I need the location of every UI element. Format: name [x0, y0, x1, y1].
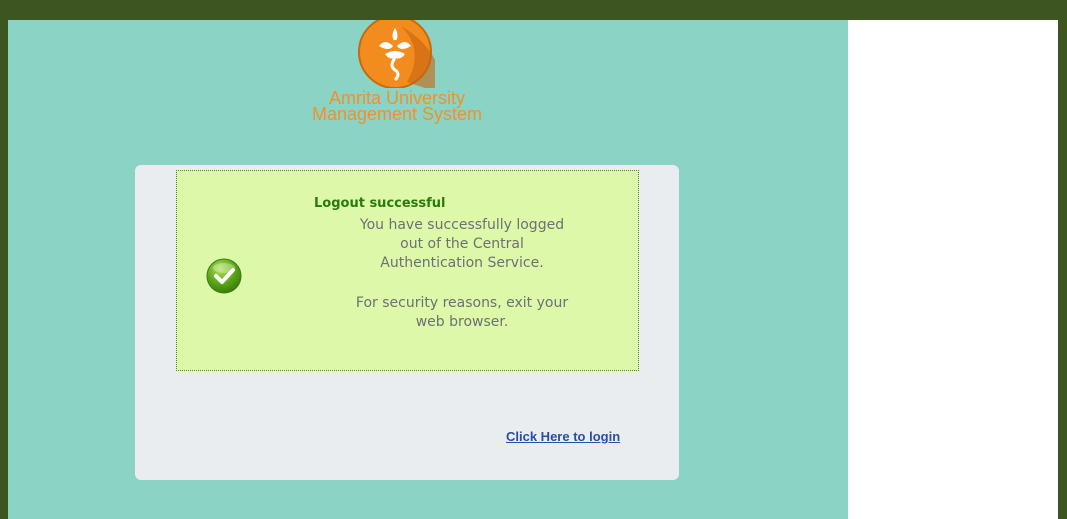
content-panel: Amrita University Management System Logo… [8, 15, 848, 519]
message-line-4: For security reasons, exit your [355, 295, 569, 311]
message-line-5: web browser. [415, 314, 509, 330]
brand-line-2: Management System [311, 104, 483, 124]
page-area: Amrita University Management System Logo… [8, 15, 1058, 519]
success-message-box: Logout successful You have successfully … [176, 170, 639, 371]
brand-name: Amrita University Management System [8, 89, 786, 124]
login-link[interactable]: Click Here to login [506, 429, 620, 444]
success-check-icon [203, 255, 245, 297]
message-line-2: out of the Central [400, 236, 524, 252]
logout-card: Logout successful You have successfully … [135, 165, 679, 480]
amrita-lotus-logo-icon [355, 15, 435, 89]
message-line-1: You have successfully logged [359, 217, 565, 233]
message-line-3: Authentication Service. [380, 255, 544, 271]
window-top-frame [0, 0, 1067, 20]
message-title: Logout successful [314, 196, 446, 211]
